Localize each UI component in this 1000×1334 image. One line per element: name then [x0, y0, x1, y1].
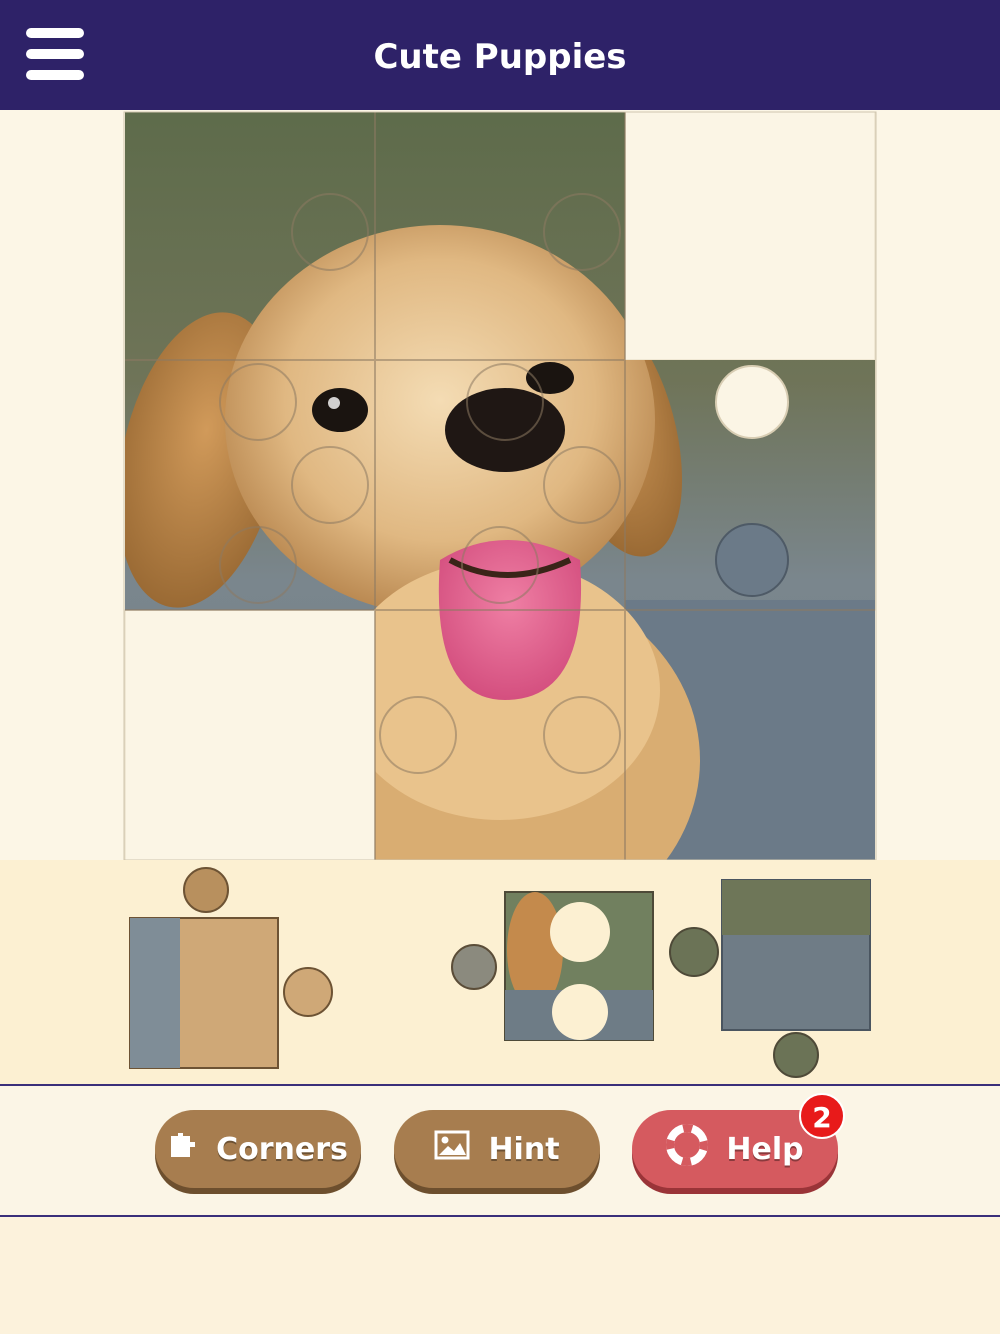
loose-piece[interactable]	[669, 879, 871, 1078]
bottom-area	[0, 1218, 1000, 1334]
puzzle-board	[123, 111, 877, 860]
lifebuoy-icon	[666, 1124, 709, 1174]
help-count-badge: 2	[799, 1093, 845, 1139]
hamburger-menu-icon[interactable]	[26, 28, 84, 80]
page-title: Cute Puppies	[373, 37, 627, 77]
image-icon	[434, 1130, 470, 1168]
loose-pieces	[129, 867, 871, 1078]
loose-piece[interactable]	[451, 891, 654, 1041]
empty-slot[interactable]	[124, 609, 376, 860]
corners-label: Corners	[216, 1131, 348, 1167]
hint-label: Hint	[488, 1131, 560, 1167]
loose-piece[interactable]	[129, 867, 333, 1069]
toolbar-divider	[0, 1215, 1000, 1217]
help-label: Help	[726, 1131, 804, 1167]
hint-button[interactable]: Hint	[394, 1110, 600, 1188]
top-bar: Cute Puppies	[0, 0, 1000, 110]
corners-button[interactable]: Corners	[155, 1110, 361, 1188]
empty-slot[interactable]	[624, 111, 876, 361]
puzzle-piece-icon	[168, 1130, 198, 1168]
